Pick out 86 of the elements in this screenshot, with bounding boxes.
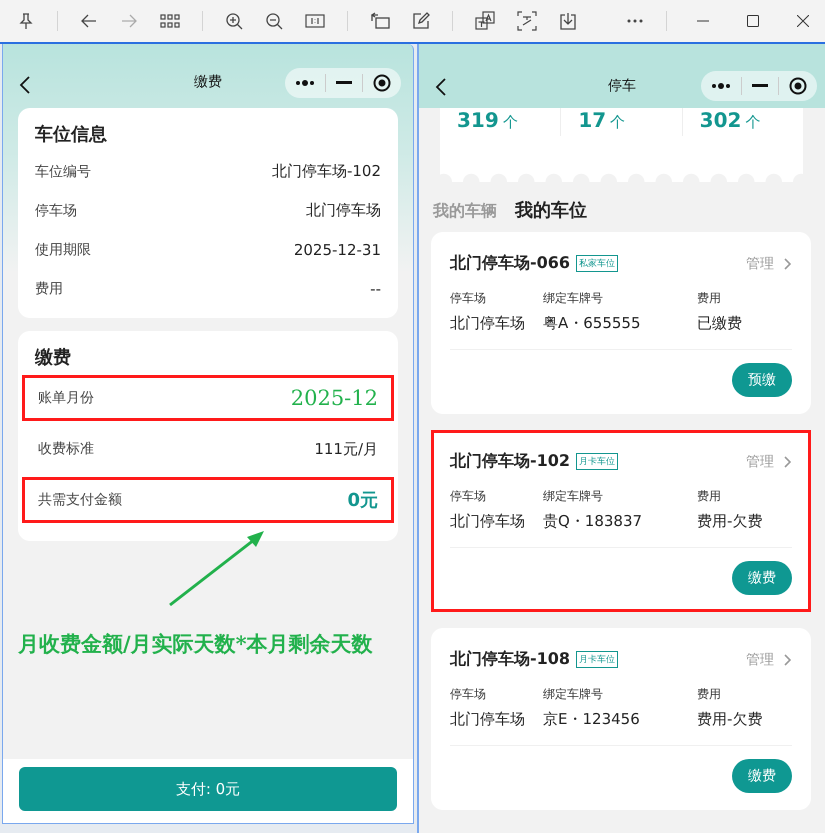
field-label: 使用期限	[35, 240, 91, 258]
page-title: 缴费	[194, 73, 222, 91]
more-icon[interactable]	[626, 18, 644, 24]
field-value: --	[370, 280, 381, 298]
field-label: 绑定车牌号	[543, 686, 604, 703]
chevron-right-icon[interactable]	[784, 456, 792, 468]
target-icon[interactable]	[789, 77, 807, 95]
field-value: 111元/月	[314, 440, 378, 458]
page-title: 停车	[608, 77, 636, 95]
stat-count: 17	[578, 108, 606, 132]
pin-icon[interactable]	[17, 12, 35, 30]
chevron-right-icon[interactable]	[784, 654, 792, 666]
tab[interactable]: 我的车辆	[433, 201, 497, 222]
pay-button[interactable]: 预缴	[732, 363, 792, 397]
field-value: 费用-欠费	[697, 512, 762, 531]
download-icon[interactable]	[559, 12, 577, 30]
stat-unit: 个	[610, 113, 626, 132]
field-label: 停车场	[450, 686, 487, 703]
tab[interactable]: 我的车位	[515, 198, 587, 222]
more-icon[interactable]	[295, 79, 315, 87]
manage-link[interactable]: 管理	[746, 650, 774, 668]
minimize-icon[interactable]	[697, 20, 709, 22]
zoom-out-icon[interactable]	[265, 12, 283, 30]
field-value: 2025-12-31	[294, 240, 381, 258]
rotate-icon[interactable]	[370, 12, 390, 30]
space-tag: 月卡车位	[576, 651, 618, 668]
field-label: 收费标准	[38, 440, 94, 458]
translate-icon[interactable]	[475, 11, 495, 31]
back-icon[interactable]	[19, 76, 31, 94]
field-label: 共需支付金额	[38, 491, 122, 509]
annotation-note: 月收费金额/月实际天数*本月剩余天数	[18, 630, 373, 658]
more-icon[interactable]	[711, 82, 731, 90]
stat-unit: 个	[502, 113, 518, 132]
target-icon[interactable]	[373, 74, 391, 92]
pay-button[interactable]: 缴费	[732, 561, 792, 595]
field-value: 2025-12	[290, 386, 378, 410]
capsule-menu[interactable]	[701, 71, 817, 101]
manage-link[interactable]: 管理	[746, 452, 774, 470]
field-value: 北门停车场	[450, 512, 526, 531]
pay-button[interactable]: 缴费	[732, 759, 792, 793]
field-label: 费用	[697, 686, 722, 703]
chevron-right-icon[interactable]	[784, 258, 792, 270]
field-value: 费用-欠费	[697, 710, 762, 729]
field-label: 费用	[697, 290, 722, 307]
back-arrow-icon[interactable]	[80, 12, 98, 30]
minimize-icon[interactable]	[336, 81, 352, 85]
field-value: 京E・123456	[543, 710, 641, 729]
field-value: 已缴费	[697, 314, 742, 333]
text-scan-icon[interactable]	[517, 11, 537, 31]
stat-unit: 个	[745, 113, 760, 132]
field-label: 停车场	[35, 202, 77, 220]
close-icon[interactable]	[797, 15, 809, 27]
field-value: 北门停车场	[450, 314, 526, 333]
space-name: 北门停车场-066	[450, 253, 570, 274]
space-name: 北门停车场-108	[450, 649, 570, 670]
capsule-menu[interactable]	[285, 68, 401, 98]
field-value: 粤A・655555	[543, 314, 642, 333]
stat-count: 302	[700, 108, 742, 132]
back-icon[interactable]	[435, 78, 447, 96]
space-tag: 私家车位	[576, 255, 618, 272]
minimize-icon[interactable]	[752, 84, 768, 88]
card-heading: 车位信息	[35, 123, 108, 146]
field-value: 0元	[347, 489, 378, 512]
edit-icon[interactable]	[412, 12, 430, 30]
pay-button[interactable]: 支付: 0元	[19, 767, 397, 811]
zoom-in-icon[interactable]	[225, 12, 243, 30]
field-value: 北门停车场	[306, 201, 381, 220]
field-value: 北门停车场-102	[272, 162, 381, 181]
field-label: 车位编号	[35, 162, 91, 180]
grid-icon[interactable]	[160, 14, 180, 28]
field-label: 绑定车牌号	[543, 290, 604, 307]
field-label: 费用	[697, 488, 722, 505]
space-name: 北门停车场-102	[450, 451, 570, 472]
field-label: 停车场	[450, 290, 487, 307]
field-label: 账单月份	[38, 389, 94, 407]
stat-count: 319	[457, 108, 499, 132]
field-value: 北门停车场	[450, 710, 526, 729]
field-value: 贵Q・183837	[543, 512, 644, 531]
actual-size-icon[interactable]	[305, 14, 325, 28]
manage-link[interactable]: 管理	[746, 254, 774, 272]
field-label: 费用	[35, 280, 63, 298]
field-label: 停车场	[450, 488, 487, 505]
maximize-icon[interactable]	[747, 15, 759, 27]
space-tag: 月卡车位	[576, 453, 618, 470]
card-heading: 缴费	[35, 346, 72, 369]
field-label: 绑定车牌号	[543, 488, 604, 505]
